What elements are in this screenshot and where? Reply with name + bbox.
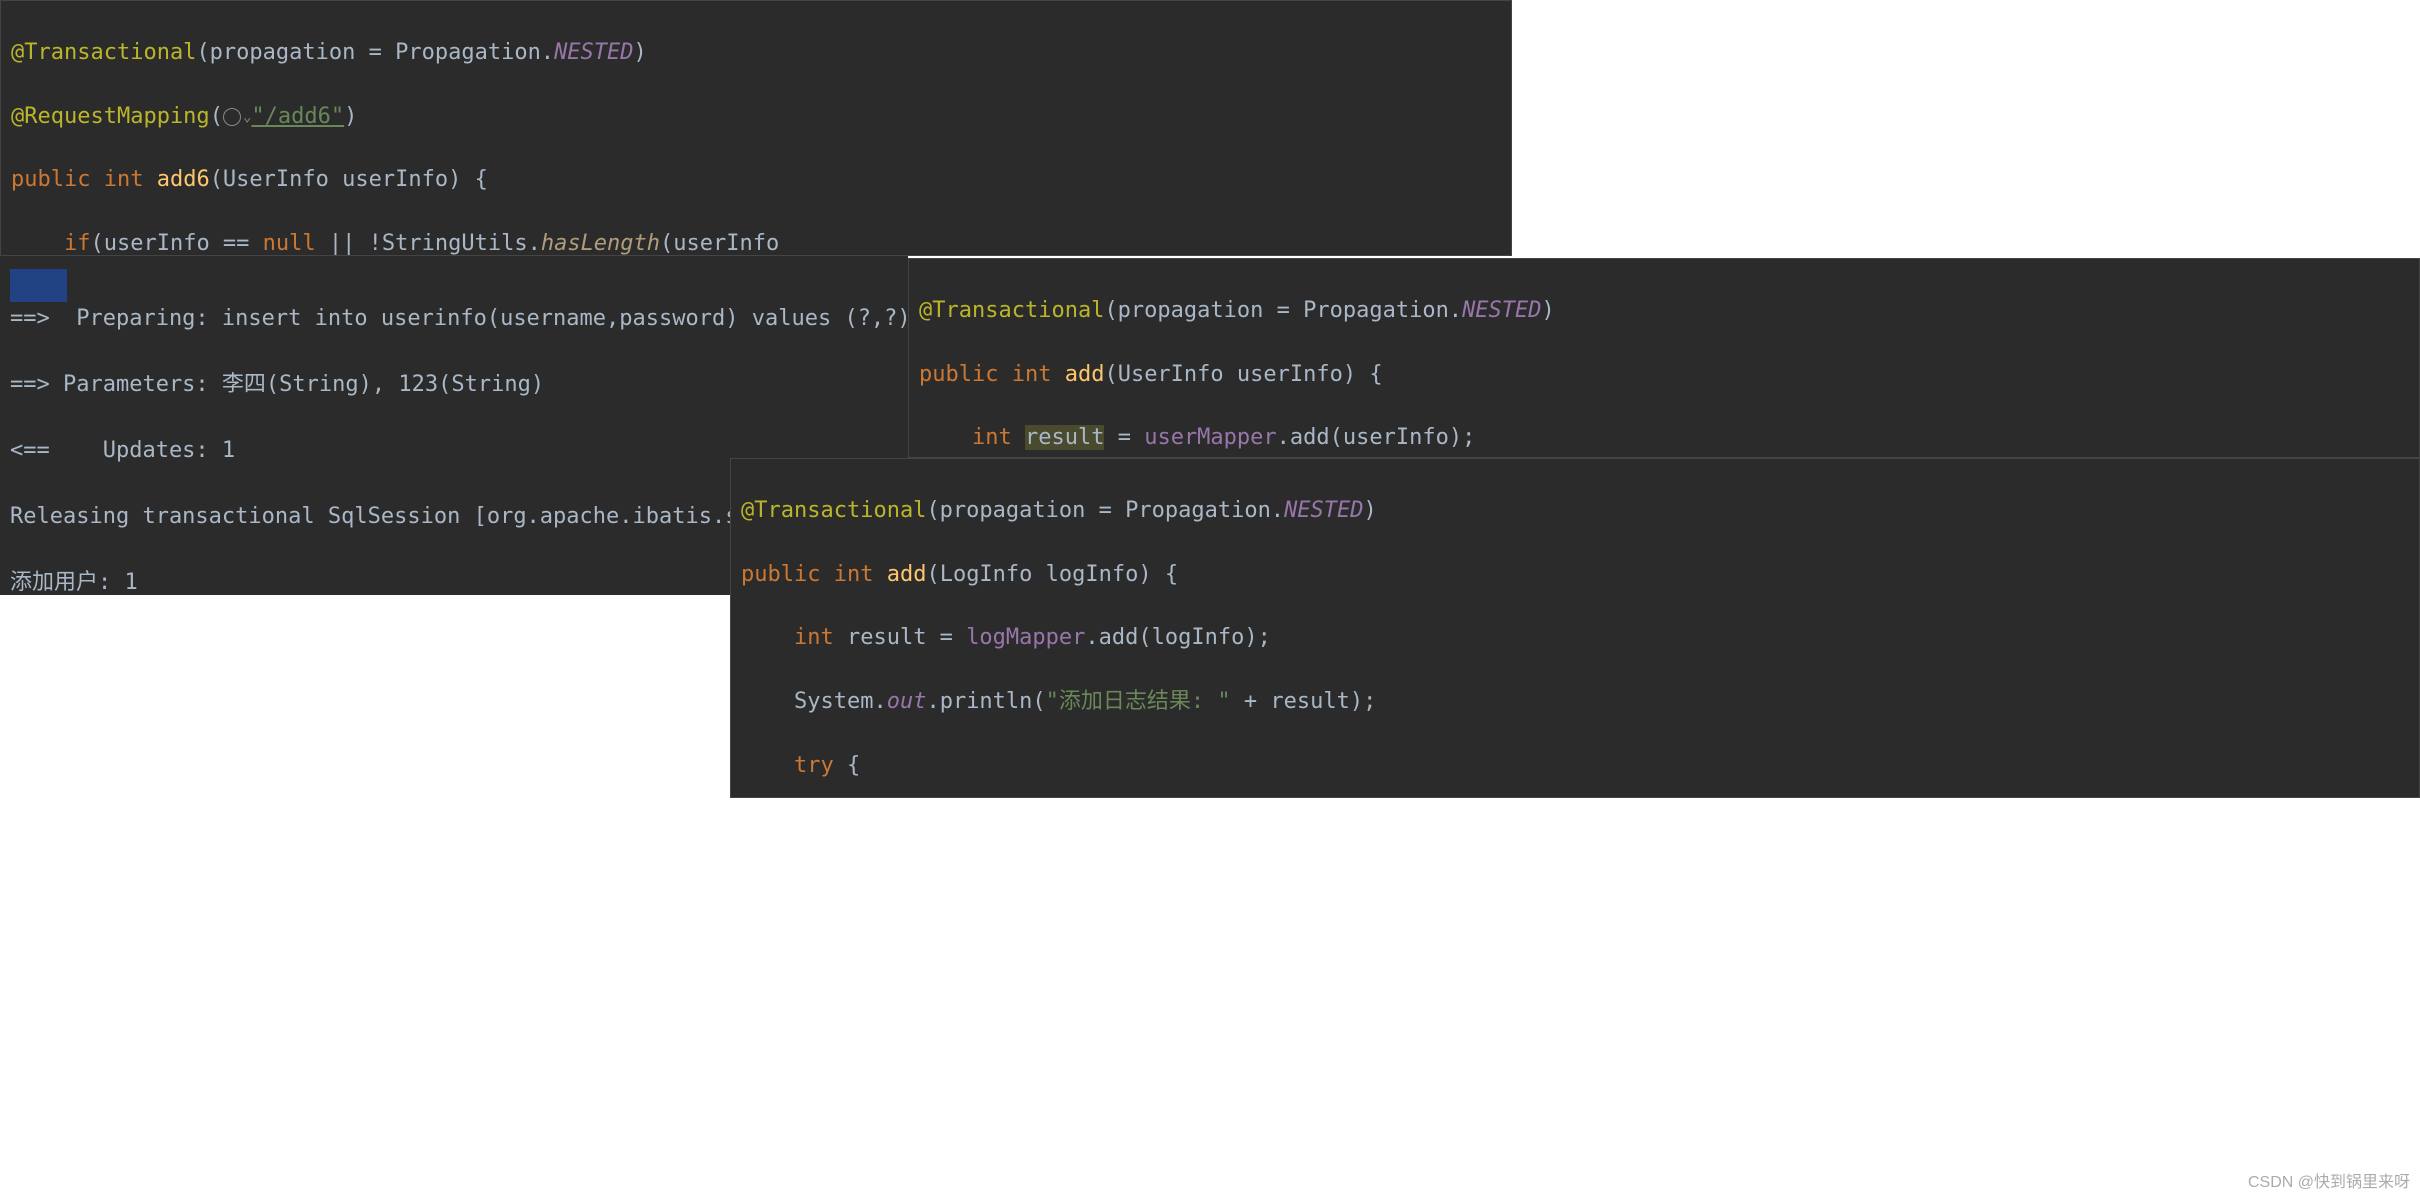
log-line: ==> Preparing: insert into userinfo(user… (10, 302, 898, 335)
code-add6: @Transactional(propagation = Propagation… (0, 0, 1512, 256)
annotation-transactional: @Transactional (741, 498, 926, 523)
log-line: ==> Parameters: 李四(String), 123(String) (10, 368, 898, 401)
annotation-transactional: @Transactional (919, 298, 1104, 323)
globe-icon (223, 108, 241, 126)
code-add-user: @Transactional(propagation = Propagation… (908, 258, 2420, 458)
annotation-transactional: @Transactional (11, 40, 196, 65)
selection-highlight (10, 269, 67, 302)
code-add-log: @Transactional(propagation = Propagation… (730, 458, 2420, 798)
method-name: add (887, 562, 927, 587)
annotation-requestmapping: @RequestMapping (11, 104, 210, 129)
highlight-result: result (1025, 425, 1104, 450)
csdn-watermark: CSDN @快到锅里来呀 (2248, 1168, 2410, 1192)
method-name: add (1065, 362, 1105, 387)
method-name: add6 (157, 167, 210, 192)
